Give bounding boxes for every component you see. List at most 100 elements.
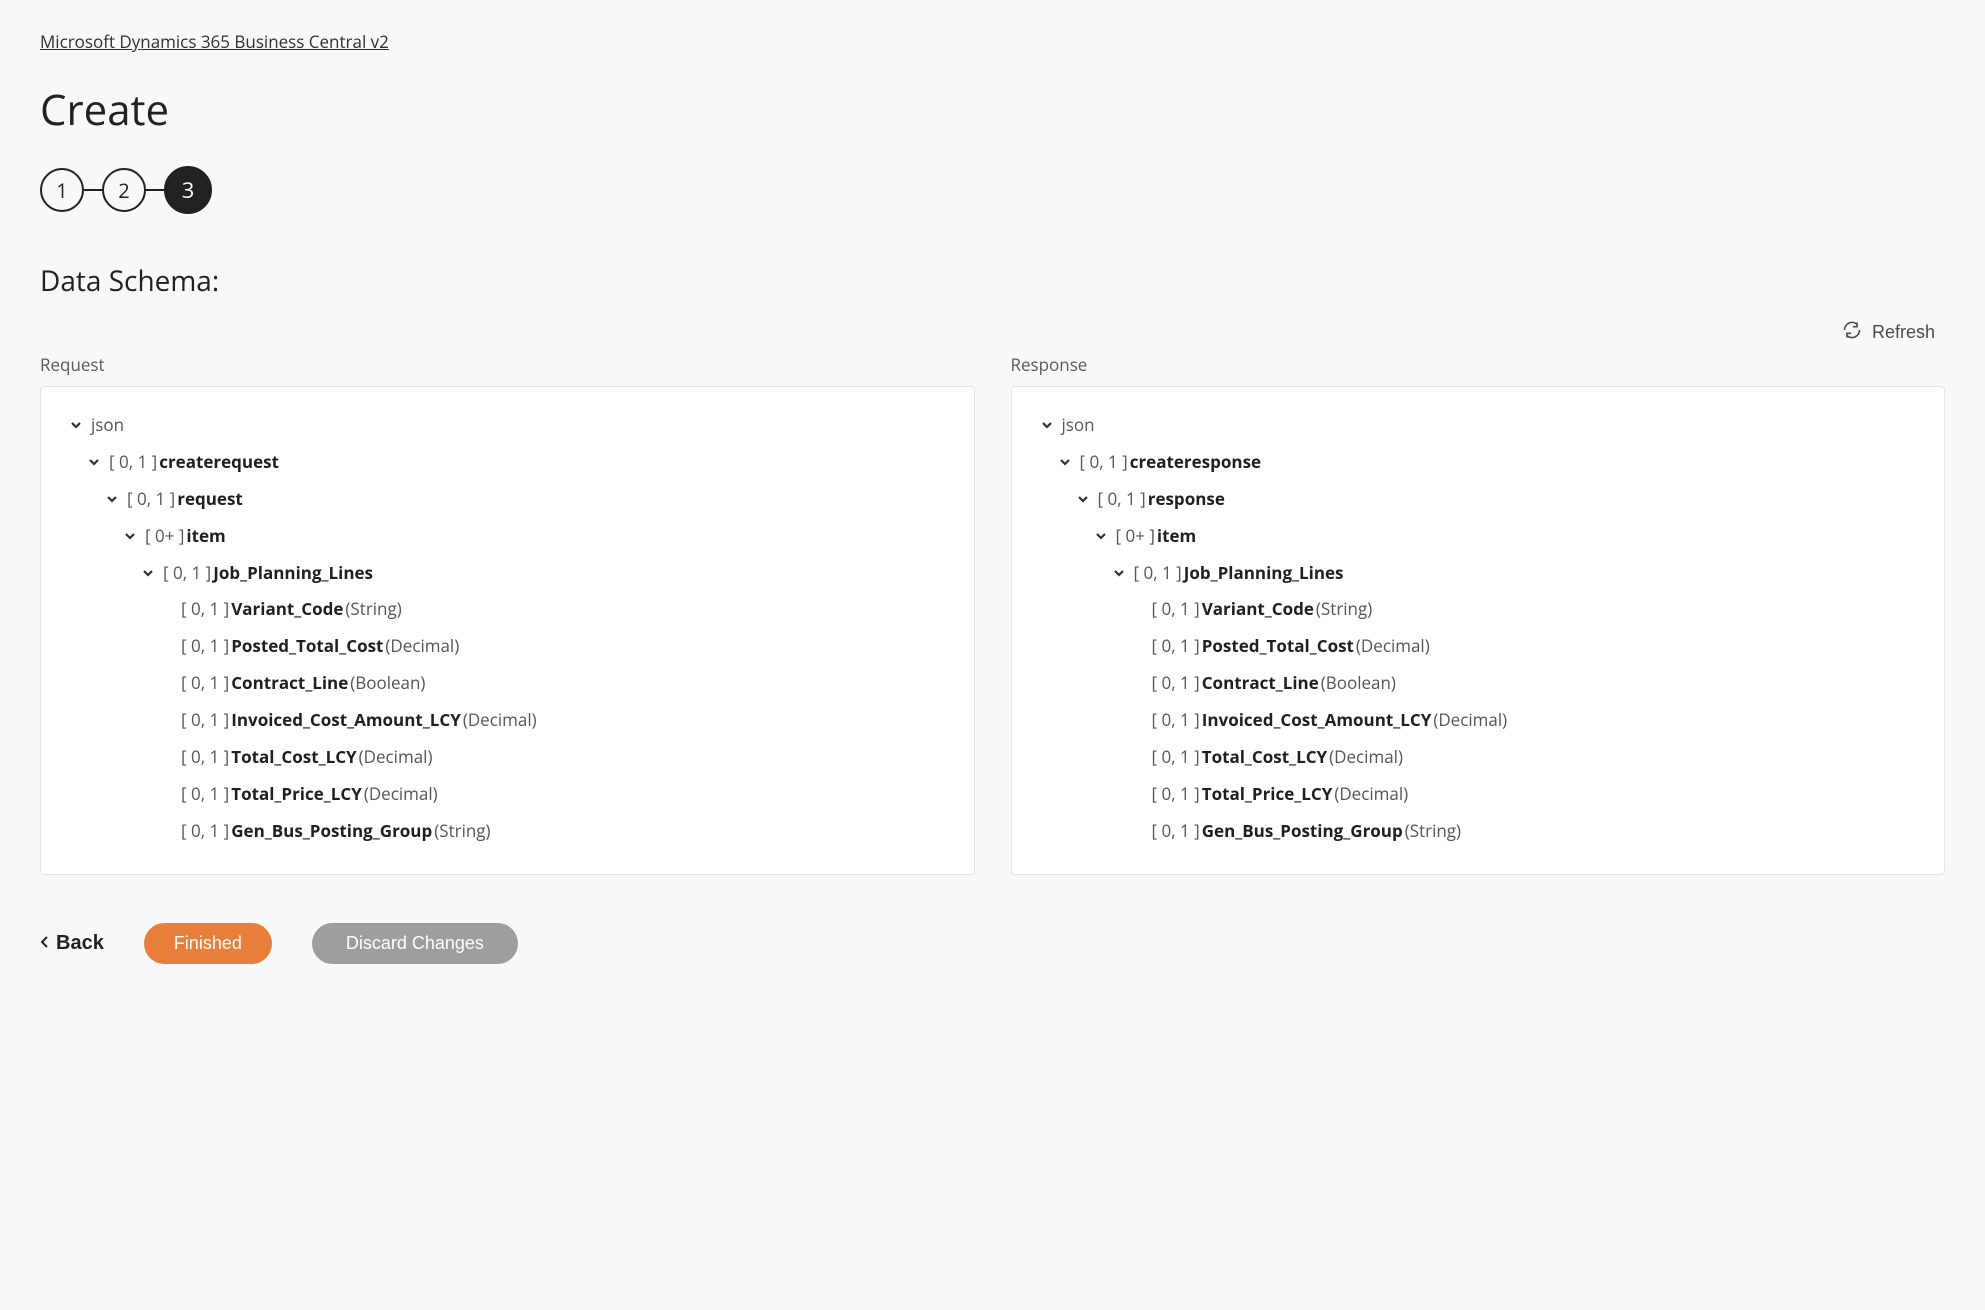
back-button[interactable]: Back [40,932,104,955]
request-column: Request json [ 0, 1 ] createrequest [ 0,… [40,353,975,875]
tree-node[interactable]: [ 0, 1 ] createrequest [67,444,948,481]
node-name: Posted_Total_Cost [231,632,383,661]
node-name: Variant_Code [231,595,343,624]
chevron-down-icon[interactable] [121,530,139,542]
footer-actions: Back Finished Discard Changes [40,923,1945,964]
node-name: item [186,522,225,551]
chevron-down-icon[interactable] [1038,419,1056,431]
node-name: Total_Cost_LCY [231,743,356,772]
tree-node[interactable]: [ 0, 1 ] request [67,481,948,518]
step-connector [84,189,102,191]
tree-leaf[interactable]: [ 0, 1 ] Contract_Line (Boolean) [1038,665,1919,702]
tree-node[interactable]: [ 0+ ] item [67,518,948,555]
page-title: Create [40,81,1945,138]
tree-leaf[interactable]: [ 0, 1 ] Total_Price_LCY (Decimal) [1038,776,1919,813]
node-name: item [1157,522,1196,551]
request-label: Request [40,353,975,376]
step-3[interactable]: 3 [164,166,212,214]
node-type: (Decimal) [463,706,537,735]
node-name: Invoiced_Cost_Amount_LCY [231,706,461,735]
cardinality: [ 0, 1 ] [109,448,157,477]
node-type: (Decimal) [385,632,459,661]
response-schema-box: json [ 0, 1 ] createresponse [ 0, 1 ] re… [1011,386,1946,875]
node-type: (String) [1316,595,1372,624]
node-type: (String) [1405,817,1461,846]
finished-button[interactable]: Finished [144,923,272,964]
tree-node-root[interactable]: json [67,407,948,444]
section-label: Data Schema: [40,262,1945,300]
node-label: json [91,411,124,440]
refresh-button[interactable]: Refresh [1842,320,1935,345]
node-type: (String) [434,817,490,846]
tree-leaf[interactable]: [ 0, 1 ] Total_Price_LCY (Decimal) [67,776,948,813]
tree-leaf[interactable]: [ 0, 1 ] Invoiced_Cost_Amount_LCY (Decim… [67,702,948,739]
cardinality: [ 0, 1 ] [1152,780,1200,809]
breadcrumb-link[interactable]: Microsoft Dynamics 365 Business Central … [40,30,389,53]
response-label: Response [1011,353,1946,376]
cardinality: [ 0, 1 ] [1134,559,1182,588]
tree-leaf[interactable]: [ 0, 1 ] Total_Cost_LCY (Decimal) [67,739,948,776]
tree-node[interactable]: [ 0, 1 ] Job_Planning_Lines [1038,555,1919,592]
cardinality: [ 0, 1 ] [163,559,211,588]
cardinality: [ 0, 1 ] [1152,632,1200,661]
node-name: Contract_Line [231,669,348,698]
node-name: request [177,485,243,514]
cardinality: [ 0, 1 ] [181,743,229,772]
tree-leaf[interactable]: [ 0, 1 ] Variant_Code (String) [1038,591,1919,628]
tree-leaf[interactable]: [ 0, 1 ] Total_Cost_LCY (Decimal) [1038,739,1919,776]
cardinality: [ 0, 1 ] [127,485,175,514]
discard-changes-button[interactable]: Discard Changes [312,923,518,964]
step-connector [146,189,164,191]
tree-node[interactable]: [ 0, 1 ] response [1038,481,1919,518]
node-label: json [1062,411,1095,440]
cardinality: [ 0, 1 ] [181,780,229,809]
cardinality: [ 0, 1 ] [1152,669,1200,698]
tree-node-root[interactable]: json [1038,407,1919,444]
chevron-down-icon[interactable] [1056,456,1074,468]
tree-leaf[interactable]: [ 0, 1 ] Invoiced_Cost_Amount_LCY (Decim… [1038,702,1919,739]
chevron-down-icon[interactable] [1092,530,1110,542]
refresh-label: Refresh [1872,322,1935,343]
node-name: Gen_Bus_Posting_Group [231,817,432,846]
tree-leaf[interactable]: [ 0, 1 ] Posted_Total_Cost (Decimal) [67,628,948,665]
node-type: (Boolean) [350,669,425,698]
back-label: Back [56,932,104,955]
node-name: Job_Planning_Lines [213,559,373,588]
node-type: (Decimal) [1329,743,1403,772]
cardinality: [ 0, 1 ] [1152,595,1200,624]
cardinality: [ 0, 1 ] [181,706,229,735]
tree-node[interactable]: [ 0, 1 ] Job_Planning_Lines [67,555,948,592]
tree-leaf[interactable]: [ 0, 1 ] Gen_Bus_Posting_Group (String) [1038,813,1919,850]
step-1[interactable]: 1 [40,168,84,212]
tree-leaf[interactable]: [ 0, 1 ] Gen_Bus_Posting_Group (String) [67,813,948,850]
cardinality: [ 0, 1 ] [181,595,229,624]
step-2[interactable]: 2 [102,168,146,212]
node-name: response [1148,485,1225,514]
cardinality: [ 0, 1 ] [181,669,229,698]
node-name: Invoiced_Cost_Amount_LCY [1202,706,1432,735]
node-name: Posted_Total_Cost [1202,632,1354,661]
chevron-down-icon[interactable] [1074,493,1092,505]
node-type: (Decimal) [364,780,438,809]
node-type: (Decimal) [1334,780,1408,809]
chevron-down-icon[interactable] [67,419,85,431]
node-name: Total_Cost_LCY [1202,743,1327,772]
tree-node[interactable]: [ 0+ ] item [1038,518,1919,555]
response-column: Response json [ 0, 1 ] createresponse [ … [1011,353,1946,875]
request-schema-box: json [ 0, 1 ] createrequest [ 0, 1 ] req… [40,386,975,875]
cardinality: [ 0, 1 ] [181,632,229,661]
chevron-down-icon[interactable] [139,567,157,579]
tree-leaf[interactable]: [ 0, 1 ] Variant_Code (String) [67,591,948,628]
node-name: Gen_Bus_Posting_Group [1202,817,1403,846]
chevron-down-icon[interactable] [85,456,103,468]
chevron-down-icon[interactable] [1110,567,1128,579]
tree-node[interactable]: [ 0, 1 ] createresponse [1038,444,1919,481]
stepper: 1 2 3 [40,166,1945,214]
cardinality: [ 0, 1 ] [1152,706,1200,735]
tree-leaf[interactable]: [ 0, 1 ] Posted_Total_Cost (Decimal) [1038,628,1919,665]
chevron-down-icon[interactable] [103,493,121,505]
node-name: Total_Price_LCY [231,780,362,809]
node-type: (Decimal) [1433,706,1507,735]
tree-leaf[interactable]: [ 0, 1 ] Contract_Line (Boolean) [67,665,948,702]
cardinality: [ 0, 1 ] [1098,485,1146,514]
